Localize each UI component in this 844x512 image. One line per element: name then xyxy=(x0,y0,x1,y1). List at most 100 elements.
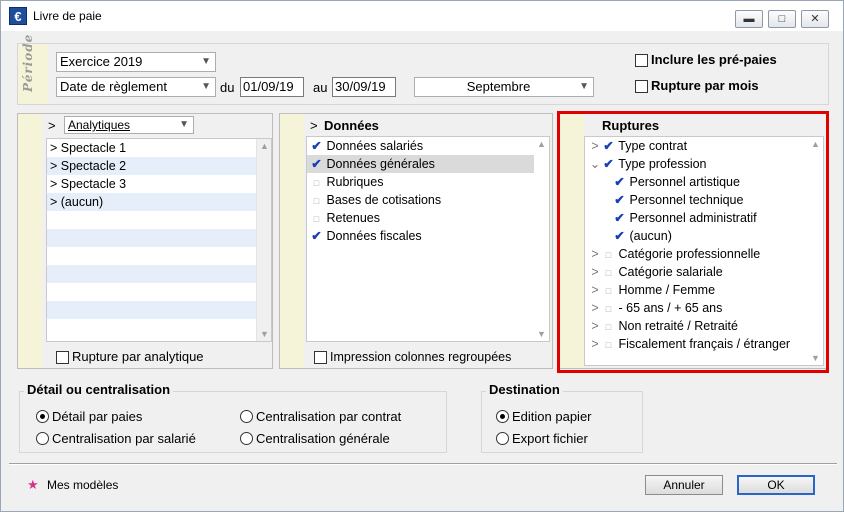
impression-label: Impression colonnes regroupées xyxy=(330,350,512,364)
unchecked-box-icon: □ xyxy=(605,250,612,260)
rupture-mois-checkbox[interactable] xyxy=(635,80,648,93)
list-item[interactable]: ✔ Données salariés xyxy=(307,137,549,155)
item-label: Fiscalement français / étranger xyxy=(618,337,791,351)
scrollbar[interactable]: ▲ ▼ xyxy=(808,137,823,365)
analytique-value: Analytiques xyxy=(68,118,131,132)
ruptures-panel: Ruptures > ✔ Type contrat ⌄ ✔ Type profess… xyxy=(559,113,827,369)
centralisation-salarie-radio[interactable] xyxy=(36,432,49,445)
include-prepaies-label: Inclure les pré-paies xyxy=(651,52,777,67)
empty-row xyxy=(47,211,271,229)
list-item-selected[interactable]: ✔ Données générales xyxy=(307,155,549,173)
list-item[interactable]: □ Retenues xyxy=(307,209,549,227)
livre-de-paie-window: € Livre de paie ▬ □ ✕ Période Exercice 2… xyxy=(0,0,844,512)
list-item[interactable]: > Spectacle 3 xyxy=(47,175,271,193)
expand-icon: > xyxy=(310,118,318,133)
include-prepaies-checkbox[interactable] xyxy=(635,54,648,67)
date-from-field[interactable]: 01/09/19 xyxy=(240,77,304,97)
donnees-title: Données xyxy=(324,118,379,133)
centralisation-generale-radio[interactable] xyxy=(240,432,253,445)
export-fichier-radio[interactable] xyxy=(496,432,509,445)
edition-papier-label: Edition papier xyxy=(512,409,592,424)
centralisation-contrat-label: Centralisation par contrat xyxy=(256,409,402,424)
check-icon: ✔ xyxy=(311,157,322,171)
unchecked-box-icon: □ xyxy=(313,196,320,206)
donnees-list[interactable]: ✔ Données salariés ✔ Données générales □… xyxy=(306,136,550,342)
panel-strip xyxy=(280,114,304,368)
annuler-button[interactable]: Annuler xyxy=(645,475,723,495)
expand-icon[interactable]: > xyxy=(588,263,602,281)
exercice-select[interactable]: Exercice 2019 ▼ xyxy=(56,52,216,72)
scrollbar[interactable]: ▲ ▼ xyxy=(256,139,271,341)
analytique-select[interactable]: Analytiques ▼ xyxy=(64,116,194,134)
maximize-button[interactable]: □ xyxy=(768,10,796,28)
expand-icon[interactable]: > xyxy=(588,245,602,263)
scroll-up-icon[interactable]: ▲ xyxy=(811,139,820,149)
tree-item[interactable]: > □ Catégorie salariale xyxy=(585,263,823,281)
impression-checkbox[interactable] xyxy=(314,351,327,364)
detail-paies-radio[interactable] xyxy=(36,410,49,423)
scroll-down-icon[interactable]: ▼ xyxy=(260,329,269,339)
tree-item[interactable]: > □ Non retraité / Retraité xyxy=(585,317,823,335)
tree-item[interactable]: ⌄ ✔ Type profession xyxy=(585,155,823,173)
unchecked-box-icon: □ xyxy=(605,268,612,278)
list-item[interactable]: > Spectacle 2 xyxy=(47,157,271,175)
destination-title: Destination xyxy=(486,382,563,397)
scrollbar[interactable]: ▲ ▼ xyxy=(534,137,549,341)
detail-title: Détail ou centralisation xyxy=(24,382,174,397)
ruptures-list[interactable]: > ✔ Type contrat ⌄ ✔ Type profession ✔ Per… xyxy=(584,136,824,366)
scroll-down-icon[interactable]: ▼ xyxy=(811,353,820,363)
centralisation-contrat-radio[interactable] xyxy=(240,410,253,423)
expand-icon[interactable]: > xyxy=(588,299,602,317)
scroll-down-icon[interactable]: ▼ xyxy=(537,329,546,339)
ok-button[interactable]: OK xyxy=(737,475,815,495)
check-icon: ✔ xyxy=(311,229,322,243)
expand-icon: > xyxy=(48,118,56,133)
tree-item[interactable]: > □ Catégorie professionnelle xyxy=(585,245,823,263)
du-label: du xyxy=(220,80,235,95)
expand-icon[interactable]: > xyxy=(588,137,602,155)
edition-papier-radio[interactable] xyxy=(496,410,509,423)
tree-item[interactable]: ✔ Personnel artistique xyxy=(585,173,823,191)
month-select[interactable]: Septembre ▼ xyxy=(414,77,594,97)
tree-item[interactable]: ✔ Personnel technique xyxy=(585,191,823,209)
empty-row xyxy=(47,319,271,337)
minimize-button[interactable]: ▬ xyxy=(735,10,763,28)
item-label: - 65 ans / + 65 ans xyxy=(618,301,723,315)
scroll-up-icon[interactable]: ▲ xyxy=(537,139,546,149)
star-icon[interactable]: ★ xyxy=(27,477,39,493)
scroll-up-icon[interactable]: ▲ xyxy=(260,141,269,151)
close-button[interactable]: ✕ xyxy=(801,10,829,28)
date-to-field[interactable]: 30/09/19 xyxy=(332,77,396,97)
chevron-down-icon: ▼ xyxy=(201,56,211,67)
mes-modeles-link[interactable]: Mes modèles xyxy=(47,478,118,492)
rupture-analytique-checkbox[interactable] xyxy=(56,351,69,364)
list-item[interactable]: □ Bases de cotisations xyxy=(307,191,549,209)
check-icon: ✔ xyxy=(614,229,625,243)
tree-item[interactable]: > □ - 65 ans / + 65 ans xyxy=(585,299,823,317)
periode-group: Période Exercice 2019 ▼ Date de règlemen… xyxy=(17,34,829,105)
empty-row xyxy=(47,265,271,283)
item-label: Personnel technique xyxy=(629,193,744,207)
list-item[interactable]: > Spectacle 1 xyxy=(47,139,271,157)
tree-item[interactable]: ✔ Personnel administratif xyxy=(585,209,823,227)
item-label: Non retraité / Retraité xyxy=(618,319,738,333)
detail-paies-label: Détail par paies xyxy=(52,409,143,424)
tree-item[interactable]: > ✔ Type contrat xyxy=(585,137,823,155)
expand-icon[interactable]: > xyxy=(588,317,602,335)
unchecked-box-icon: □ xyxy=(605,322,612,332)
item-label: Type contrat xyxy=(618,139,688,153)
list-item[interactable]: ✔ Données fiscales xyxy=(307,227,549,245)
list-item[interactable]: > (aucun) xyxy=(47,193,271,211)
list-item[interactable]: □ Rubriques xyxy=(307,173,549,191)
tree-item[interactable]: > □ Fiscalement français / étranger xyxy=(585,335,823,353)
collapse-icon[interactable]: ⌄ xyxy=(588,155,602,173)
date-type-select[interactable]: Date de règlement ▼ xyxy=(56,77,216,97)
donnees-panel: > Données ✔ Données salariés ✔ Données g… xyxy=(279,113,553,369)
item-label: Rubriques xyxy=(326,175,384,189)
expand-icon[interactable]: > xyxy=(588,335,602,353)
tree-item[interactable]: > □ Homme / Femme xyxy=(585,281,823,299)
expand-icon[interactable]: > xyxy=(588,281,602,299)
tree-item[interactable]: ✔ (aucun) xyxy=(585,227,823,245)
export-fichier-label: Export fichier xyxy=(512,431,588,446)
analytique-list[interactable]: > Spectacle 1 > Spectacle 2 > Spectacle … xyxy=(46,138,272,342)
